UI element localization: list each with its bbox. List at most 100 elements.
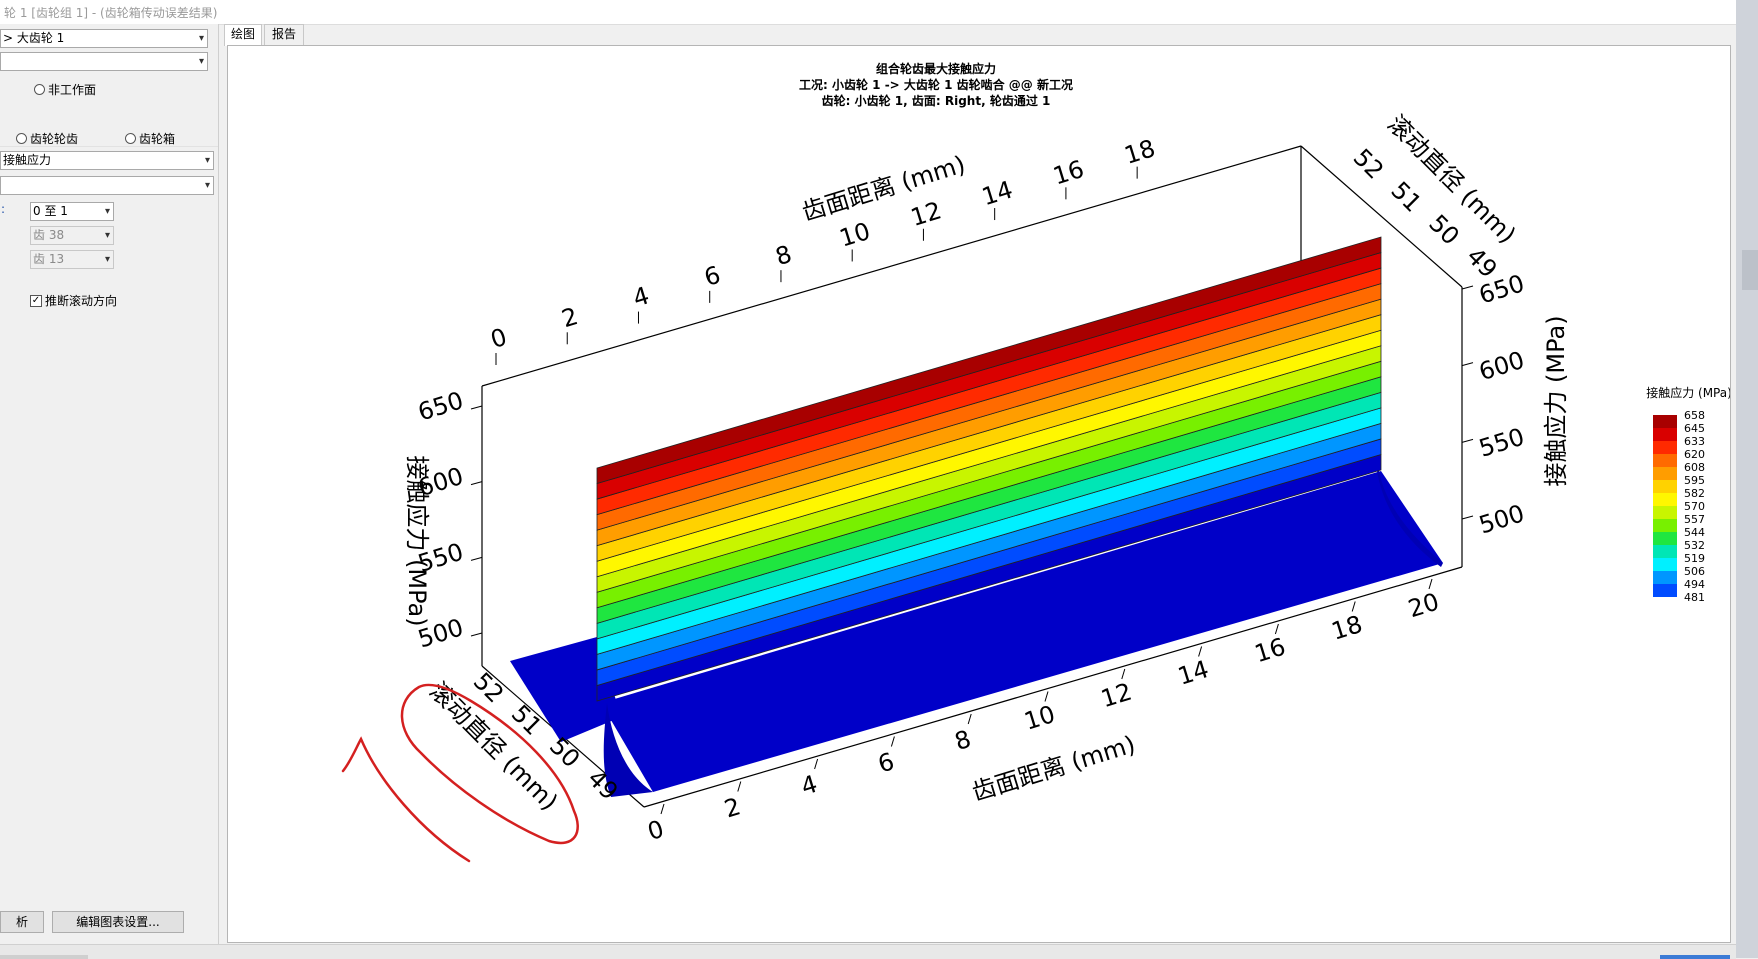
legend-swatch	[1653, 571, 1677, 584]
range-select-value: 0 至 1	[33, 204, 68, 218]
radio-gear-tooth[interactable]: 齿轮轮齿	[16, 130, 78, 147]
infer-rolling-direction-checkbox[interactable]: ✓ 推断滚动方向	[30, 292, 117, 309]
y-back-tick-label: 52	[1348, 143, 1389, 184]
z-left-tick	[470, 481, 483, 486]
radio-icon	[34, 84, 45, 95]
chevron-down-icon: ▾	[104, 230, 110, 241]
chevron-down-icon: ▾	[104, 206, 110, 217]
status-bar	[0, 944, 1736, 959]
legend-swatch	[1653, 428, 1677, 441]
legend-level-label: 506	[1684, 565, 1705, 578]
y-back-tick-label: 51	[1386, 176, 1427, 217]
y-back-tick-label: 50	[1423, 209, 1464, 250]
window-title: 轮 1 [齿轮组 1] - (齿轮箱传动误差结果)	[4, 6, 218, 20]
x-top-tick-label: 12	[907, 196, 944, 232]
z-right-tick-label: 600	[1476, 346, 1528, 386]
radio-gearbox[interactable]: 齿轮箱	[125, 130, 175, 147]
legend-swatch	[1653, 467, 1677, 480]
x-top-tick-label: 10	[836, 217, 873, 253]
z-right-tick-label: 500	[1476, 499, 1528, 539]
legend-level-label: 544	[1684, 526, 1705, 539]
chevron-down-icon: ▾	[204, 180, 210, 191]
legend-level-label: 557	[1684, 513, 1705, 526]
x-bottom-tick-label: 10	[1021, 700, 1058, 736]
radio-gearbox-label: 齿轮箱	[139, 132, 176, 146]
z-left-tick	[470, 632, 483, 637]
chart-subtitle-2: 齿轮: 小齿轮 1, 齿面: Right, 轮齿通过 1	[822, 93, 1051, 108]
z-left-axis-label: 接触应力 (MPa)	[403, 455, 431, 626]
tooth-start-select: 齿 38 ▾	[30, 226, 114, 245]
edit-chart-settings-button[interactable]: 编辑图表设置...	[52, 911, 184, 933]
x-bottom-tick-label: 2	[721, 792, 744, 823]
legend-level-label: 582	[1684, 487, 1705, 500]
legend-level-label: 570	[1684, 500, 1705, 513]
scrollbar-thumb[interactable]	[1742, 250, 1758, 290]
range-label: :	[1, 202, 6, 216]
x-top-tick-label: 14	[979, 176, 1016, 212]
x-top-tick-label: 2	[559, 302, 582, 333]
legend-level-label: 658	[1684, 409, 1705, 422]
x-bottom-axis-label: 齿面距离 (mm)	[969, 730, 1139, 806]
x-bottom-tick-label: 6	[875, 747, 898, 778]
tab-plot[interactable]: 绘图	[224, 24, 262, 46]
x-bottom-tick	[660, 803, 665, 815]
chart-root: 组合轮齿最大接触应力 工况: 小齿轮 1 -> 大齿轮 1 齿轮啮合 @@ 新工…	[341, 61, 1732, 863]
tooth-end-value: 齿 13	[33, 252, 65, 266]
left-panel: > 大齿轮 1 ▾ ▾ 非工作面 齿轮轮齿 齿轮箱 接触应力 ▾ ▾ : 0 至…	[0, 24, 219, 944]
gear-select[interactable]: > 大齿轮 1 ▾	[0, 29, 208, 48]
range-select[interactable]: 0 至 1 ▾	[30, 202, 114, 221]
checkbox-checked-icon: ✓	[30, 294, 42, 307]
x-bottom-tick	[967, 713, 972, 725]
z-right-axis-label: 接触应力 (MPa)	[1542, 315, 1570, 486]
legend-swatch	[1653, 441, 1677, 454]
color-legend: 6586456336206085955825705575445325195064…	[1653, 409, 1705, 604]
progress-indicator	[1660, 955, 1730, 959]
z-right-tick	[1461, 438, 1474, 443]
x-bottom-tick-label: 8	[951, 725, 974, 756]
tooth-start-value: 齿 38	[33, 228, 65, 242]
contact-stress-chart: 组合轮齿最大接触应力 工况: 小齿轮 1 -> 大齿轮 1 齿轮啮合 @@ 新工…	[341, 61, 1732, 863]
result-type-select[interactable]: 接触应力 ▾	[0, 151, 214, 170]
legend-level-label: 532	[1684, 539, 1705, 552]
legend-level-label: 595	[1684, 474, 1705, 487]
result-sub-select[interactable]: ▾	[0, 176, 214, 195]
legend-swatch	[1653, 519, 1677, 532]
legend-level-label: 633	[1684, 435, 1705, 448]
legend-swatch	[1653, 454, 1677, 467]
legend-level-label: 494	[1684, 578, 1705, 591]
radio-nonworking-label: 非工作面	[48, 83, 97, 97]
tooth-end-select: 齿 13 ▾	[30, 250, 114, 269]
x-top-tick-label: 0	[487, 323, 510, 354]
chevron-down-icon: ▾	[104, 254, 110, 265]
legend-level-label: 519	[1684, 552, 1705, 565]
legend-title: 接触应力 (MPa)	[1646, 385, 1730, 400]
legend-swatch	[1653, 532, 1677, 545]
radio-nonworking-face[interactable]: 非工作面	[34, 81, 96, 98]
legend-swatch	[1653, 415, 1677, 428]
z-right-tick	[1461, 362, 1474, 367]
z-left-tick	[470, 556, 483, 561]
legend-swatch	[1653, 493, 1677, 506]
tab-report[interactable]: 报告	[264, 24, 304, 45]
status-segment	[0, 955, 88, 959]
chevron-down-icon: ▾	[198, 33, 204, 44]
x-bottom-tick	[814, 758, 819, 770]
z-right-tick	[1461, 285, 1474, 290]
x-bottom-tick-label: 4	[798, 770, 821, 801]
x-bottom-tick-label: 18	[1328, 610, 1365, 646]
x-bottom-tick-label: 20	[1405, 587, 1442, 623]
window-titlebar: 轮 1 [齿轮组 1] - (齿轮箱传动误差结果)	[0, 0, 1758, 25]
x-top-tick-label: 6	[701, 261, 724, 292]
legend-level-label: 645	[1684, 422, 1705, 435]
z-left-tick-label: 650	[415, 386, 467, 426]
plot-area: 组合轮齿最大接触应力 工况: 小齿轮 1 -> 大齿轮 1 齿轮啮合 @@ 新工…	[227, 45, 1732, 943]
legend-swatch	[1653, 584, 1677, 597]
x-top-tick-label: 18	[1121, 134, 1158, 170]
right-edge-strip	[1736, 0, 1758, 958]
x-top-tick-label: 8	[772, 240, 795, 271]
secondary-select[interactable]: ▾	[0, 52, 208, 71]
legend-swatch	[1653, 558, 1677, 571]
analysis-button[interactable]: 析	[0, 911, 44, 933]
legend-swatch	[1653, 545, 1677, 558]
legend-swatch	[1653, 506, 1677, 519]
